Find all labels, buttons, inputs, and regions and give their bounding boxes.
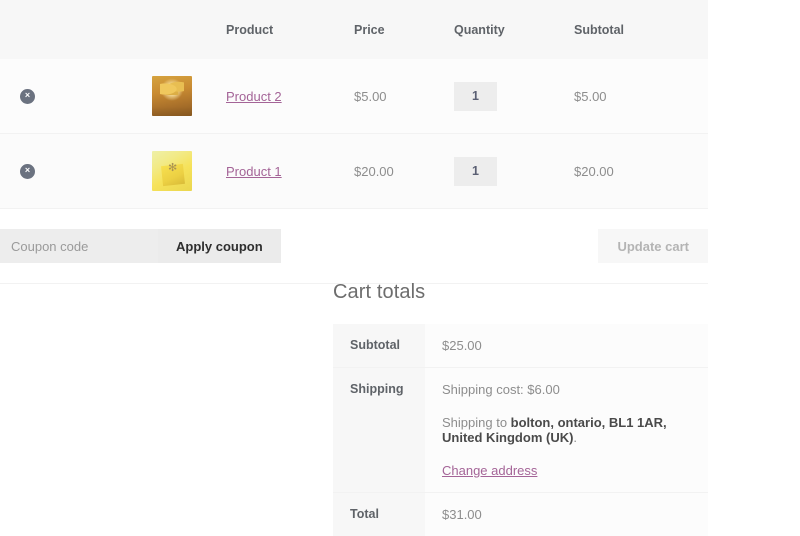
product-thumbnail-link[interactable] <box>152 151 192 191</box>
shipping-destination-line: Shipping to bolton, ontario, BL1 1AR, Un… <box>442 415 708 445</box>
apply-coupon-button[interactable]: Apply coupon <box>158 229 281 263</box>
remove-circle-icon: × <box>25 165 30 175</box>
shipping-to-suffix: . <box>573 430 577 445</box>
cell-thumbnail <box>60 134 226 209</box>
product-name-link[interactable]: Product 2 <box>226 89 282 104</box>
cart-item-row: × Product 2 $5.00 $5.00 <box>0 59 708 134</box>
totals-row-shipping: Shipping Shipping cost: $6.00 Shipping t… <box>333 368 708 493</box>
coupon-code-input[interactable] <box>0 229 158 263</box>
change-address-line: Change address <box>442 463 708 478</box>
remove-item-button[interactable]: × <box>20 164 35 179</box>
subtotal-value: $25.00 <box>425 324 708 368</box>
subtotal-label: Subtotal <box>333 324 425 368</box>
coupon-group: Apply coupon <box>0 229 281 263</box>
cell-product-name: Product 2 <box>226 59 354 134</box>
shipping-label: Shipping <box>333 368 425 493</box>
product-name-link[interactable]: Product 1 <box>226 164 282 179</box>
shipping-to-prefix: Shipping to <box>442 415 511 430</box>
remove-item-button[interactable]: × <box>20 89 35 104</box>
column-header-product: Product <box>226 0 354 59</box>
totals-row-total: Total $31.00 <box>333 493 708 536</box>
cell-product-name: Product 1 <box>226 134 354 209</box>
cart-table-header-row: Product Price Quantity Subtotal <box>0 0 708 59</box>
total-value: $31.00 <box>425 493 708 536</box>
total-label: Total <box>333 493 425 536</box>
cart-totals-title: Cart totals <box>333 281 708 304</box>
cell-remove: × <box>0 134 60 209</box>
cell-price: $5.00 <box>354 59 454 134</box>
shopping-cart-table: Product Price Quantity Subtotal × Produc… <box>0 0 708 284</box>
column-header-subtotal: Subtotal <box>574 0 708 59</box>
update-cart-button[interactable]: Update cart <box>598 229 708 263</box>
column-header-price: Price <box>354 0 454 59</box>
cart-actions-row: Apply coupon Update cart <box>0 209 708 284</box>
cart-totals-section: Cart totals Subtotal $25.00 Shipping Shi… <box>333 281 708 536</box>
totals-row-subtotal: Subtotal $25.00 <box>333 324 708 368</box>
cell-quantity <box>454 134 574 209</box>
quantity-input[interactable] <box>454 82 497 111</box>
column-header-quantity: Quantity <box>454 0 574 59</box>
cell-remove: × <box>0 59 60 134</box>
cell-subtotal: $20.00 <box>574 134 708 209</box>
cell-thumbnail <box>60 59 226 134</box>
remove-circle-icon: × <box>25 90 30 100</box>
shipping-cost-line: Shipping cost: $6.00 <box>442 382 708 397</box>
cart-totals-table: Subtotal $25.00 Shipping Shipping cost: … <box>333 324 708 536</box>
cart-actions-cell: Apply coupon Update cart <box>0 209 708 284</box>
change-address-link[interactable]: Change address <box>442 463 537 478</box>
cell-price: $20.00 <box>354 134 454 209</box>
cell-subtotal: $5.00 <box>574 59 708 134</box>
column-header-thumbnail <box>60 0 226 59</box>
quantity-input[interactable] <box>454 157 497 186</box>
shipping-details: Shipping cost: $6.00 Shipping to bolton,… <box>425 368 708 493</box>
cell-quantity <box>454 59 574 134</box>
cart-item-row: × Product 1 $20.00 $20.00 <box>0 134 708 209</box>
product-thumbnail-link[interactable] <box>152 76 192 116</box>
cart-actions-bar: Apply coupon Update cart <box>0 229 708 263</box>
column-header-remove <box>0 0 60 59</box>
